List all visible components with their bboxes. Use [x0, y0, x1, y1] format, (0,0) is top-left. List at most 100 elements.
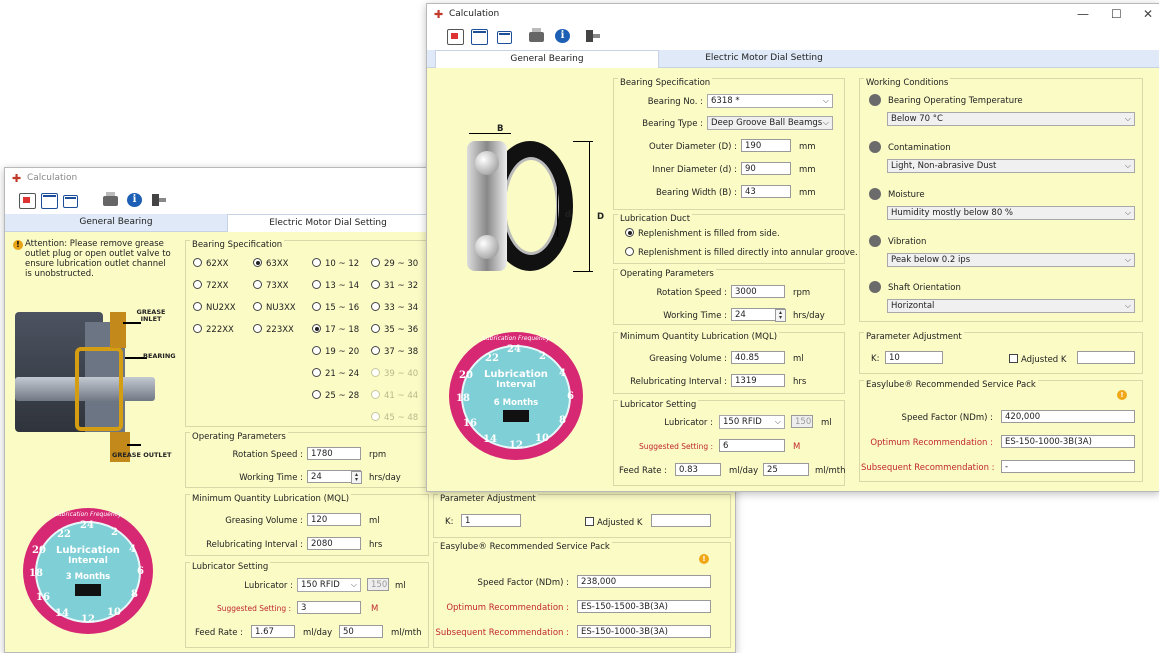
adjusted-k-checkbox[interactable]: Adjusted K [1009, 354, 1066, 365]
bearing-series-radio[interactable]: 62XX [193, 258, 228, 269]
restore-icon[interactable] [63, 195, 78, 208]
tab-general-bearing[interactable]: General Bearing [435, 50, 659, 68]
greasing-volume-field[interactable]: 40.85 [731, 351, 785, 364]
new-calc-icon[interactable] [19, 193, 36, 209]
lubricator-select[interactable]: 150 RFID ⌵ [719, 415, 785, 429]
close-button[interactable]: ✕ [1143, 7, 1153, 21]
speed-factor-field[interactable]: 238,000 [577, 575, 711, 588]
working-time-spinner[interactable]: ▴ ▾ [351, 471, 362, 484]
adjusted-k-input[interactable] [651, 514, 711, 527]
temperature-label: Bearing Operating Temperature [888, 96, 1023, 106]
feed-rate-mth-field[interactable]: 50 [339, 625, 383, 638]
cap-unit: ml [821, 418, 832, 428]
adjusted-k-input[interactable] [1077, 351, 1135, 364]
bearing-series-radio[interactable]: 63XX [253, 258, 288, 269]
group-title: Operating Parameters [190, 432, 288, 442]
bearing-series-radio[interactable]: 37 ~ 38 [371, 346, 418, 357]
dial-number: 2 [539, 351, 546, 362]
tab-electric-motor[interactable]: Electric Motor Dial Setting [227, 214, 429, 232]
bearing-series-radio[interactable]: 15 ~ 16 [312, 302, 359, 313]
window-icon[interactable] [471, 29, 488, 45]
suggested-setting-field[interactable]: 6 [719, 439, 785, 452]
feed-rate-day-field[interactable]: 0.83 [675, 463, 721, 476]
shaft-orientation-select[interactable]: Horizontal ⌵ [887, 299, 1135, 313]
k-input[interactable]: 10 [885, 351, 943, 364]
bearing-series-radio[interactable]: 72XX [193, 280, 228, 291]
inner-diameter-input[interactable]: 90 [741, 162, 791, 175]
info-icon[interactable]: i [127, 193, 142, 207]
lubricator-label: Lubricator : [664, 418, 713, 428]
optimum-recommendation-field[interactable]: ES-150-1500-3B(3A) [577, 600, 711, 613]
dial-number: 10 [535, 433, 549, 444]
bearing-series-label: 45 ~ 48 [384, 413, 419, 423]
app-logo-icon: ✚ [12, 172, 22, 185]
tab-electric-motor[interactable]: Electric Motor Dial Setting [657, 50, 871, 67]
bearing-width-input[interactable]: 43 [741, 185, 791, 198]
restore-icon[interactable] [497, 31, 512, 44]
moisture-select[interactable]: Humidity mostly below 80 % ⌵ [887, 206, 1135, 220]
bearing-series-radio[interactable]: 10 ~ 12 [312, 258, 359, 269]
bearing-series-radio[interactable]: NU3XX [253, 302, 296, 313]
dial-number: 12 [81, 614, 95, 625]
bearing-series-radio[interactable]: 17 ~ 18 [312, 324, 359, 335]
bearing-series-radio[interactable]: 73XX [253, 280, 288, 291]
vibration-select[interactable]: Peak below 0.2 ips ⌵ [887, 253, 1135, 267]
window-icon[interactable] [41, 193, 58, 209]
bearing-series-label: 13 ~ 14 [325, 281, 360, 291]
front-title-bar[interactable]: ✚ Calculation — ☐ ✕ [427, 4, 1159, 26]
exit-icon[interactable] [151, 193, 166, 207]
contamination-select[interactable]: Light, Non-abrasive Dust ⌵ [887, 159, 1135, 173]
subsequent-recommendation-field[interactable]: ES-150-1000-3B(3A) [577, 625, 711, 638]
bearing-series-label: 37 ~ 38 [384, 347, 419, 357]
dial-number: 14 [55, 608, 69, 619]
group-title: Easylube® Recommended Service Pack [438, 542, 612, 552]
bearing-cross-section-diagram [447, 123, 617, 283]
temperature-select[interactable]: Below 70 °C ⌵ [887, 112, 1135, 126]
bearing-series-radio[interactable]: 223XX [253, 324, 294, 335]
duct-annular-radio[interactable]: Replenishment is filled directly into an… [625, 247, 858, 258]
rpm-unit: rpm [369, 450, 387, 460]
suggested-setting-field[interactable]: 3 [297, 601, 361, 614]
bearing-no-select[interactable]: 6318 * ⌵ [707, 94, 833, 108]
relubricating-interval-field[interactable]: 1319 [731, 374, 785, 387]
outer-diameter-input[interactable]: 190 [741, 139, 791, 152]
bearing-series-radio[interactable]: 31 ~ 32 [371, 280, 418, 291]
bearing-series-radio[interactable]: 33 ~ 34 [371, 302, 418, 313]
lubricator-select[interactable]: 150 RFID ⌵ [297, 578, 361, 592]
greasing-volume-field[interactable]: 120 [307, 513, 361, 526]
subsequent-recommendation-field[interactable]: - [1001, 460, 1135, 473]
bearing-series-radio[interactable]: 19 ~ 20 [312, 346, 359, 357]
bearing-series-radio[interactable]: 29 ~ 30 [371, 258, 418, 269]
print-icon[interactable] [529, 28, 544, 42]
relubricating-interval-field[interactable]: 2080 [307, 537, 361, 550]
speed-factor-field[interactable]: 420,000 [1001, 410, 1135, 423]
rotation-speed-input[interactable]: 1780 [307, 447, 361, 460]
tab-general-bearing[interactable]: General Bearing [5, 214, 227, 231]
bearing-series-radio[interactable]: 21 ~ 24 [312, 368, 359, 379]
optimum-recommendation-field[interactable]: ES-150-1000-3B(3A) [1001, 435, 1135, 448]
attention-text: Attention: Please remove grease outlet p… [25, 239, 171, 279]
rotation-speed-input[interactable]: 3000 [731, 285, 785, 298]
service-info-icon[interactable]: ! [1117, 390, 1127, 400]
duct-side-radio[interactable]: Replenishment is filled from side. [625, 228, 780, 239]
bearing-series-radio[interactable]: 35 ~ 36 [371, 324, 418, 335]
feed-rate-mth-field[interactable]: 25 [763, 463, 809, 476]
service-info-icon[interactable]: ! [699, 554, 709, 564]
feed-rate-day-field[interactable]: 1.67 [251, 625, 295, 638]
hrs-unit: hrs [793, 377, 807, 387]
bearing-type-select[interactable]: Deep Groove Ball Beamgs ⌵ [707, 116, 833, 130]
maximize-button[interactable]: ☐ [1111, 7, 1122, 21]
new-calc-icon[interactable] [447, 29, 464, 45]
print-icon[interactable] [103, 192, 118, 206]
adjusted-k-checkbox[interactable]: Adjusted K [585, 517, 642, 528]
minimize-button[interactable]: — [1077, 7, 1089, 21]
contamination-value: Light, Non-abrasive Dust [891, 161, 997, 171]
k-input[interactable]: 1 [461, 514, 521, 527]
bearing-series-radio[interactable]: NU2XX [193, 302, 236, 313]
working-time-spinner[interactable]: ▴ ▾ [775, 309, 786, 322]
exit-icon[interactable] [585, 29, 600, 43]
info-icon[interactable]: i [555, 29, 570, 43]
bearing-series-radio[interactable]: 13 ~ 14 [312, 280, 359, 291]
bearing-series-radio[interactable]: 25 ~ 28 [312, 390, 359, 401]
bearing-series-radio[interactable]: 222XX [193, 324, 234, 335]
